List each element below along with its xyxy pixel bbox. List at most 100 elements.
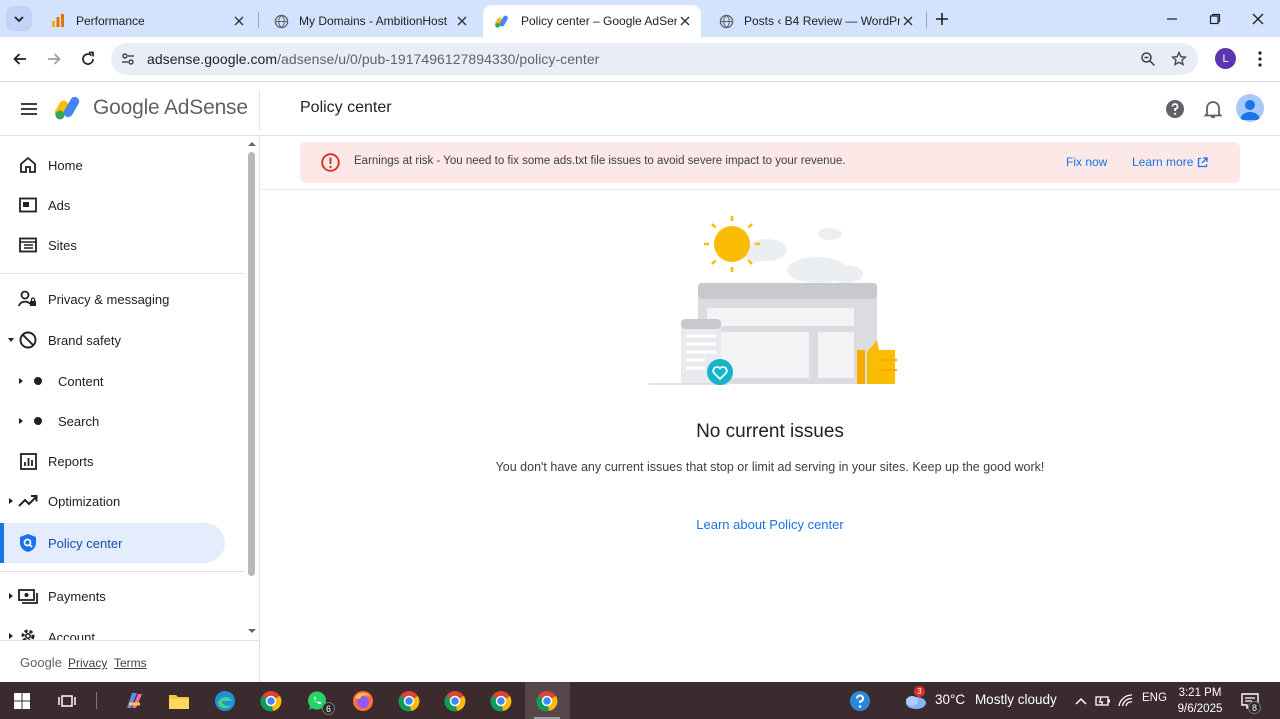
block-icon	[18, 330, 38, 350]
minimize-button[interactable]	[1150, 0, 1194, 37]
privacy-icon	[18, 289, 38, 309]
reload-button[interactable]	[74, 45, 102, 73]
restore-button[interactable]	[1193, 0, 1237, 37]
plus-icon	[936, 13, 948, 25]
sidebar-item-label: Content	[58, 373, 104, 389]
close-icon[interactable]	[900, 13, 916, 29]
get-help-icon[interactable]	[845, 686, 875, 716]
edge-icon[interactable]	[210, 686, 240, 716]
home-icon	[18, 155, 38, 175]
tab-search-button[interactable]	[6, 6, 32, 31]
close-icon	[1252, 13, 1264, 24]
tab-separator	[926, 12, 927, 28]
site-info-icon[interactable]	[117, 48, 139, 70]
no-issues-illustration	[645, 212, 905, 392]
chevron-down-icon	[14, 15, 24, 22]
globe-icon	[718, 13, 734, 29]
sidebar-nav: Home Ads Sites Privacy & messaging Brand…	[0, 136, 260, 682]
new-tab-button[interactable]	[931, 8, 953, 30]
menu-icon	[21, 103, 37, 115]
privacy-link[interactable]: Privacy	[68, 656, 107, 670]
tab-wordpress-posts[interactable]: Posts ‹ B4 Review — WordPress	[706, 5, 924, 37]
gear-icon	[18, 626, 38, 640]
sidebar-divider	[0, 273, 244, 274]
chrome-icon[interactable]	[440, 686, 470, 716]
sidebar-item-ads[interactable]: Ads	[0, 185, 225, 225]
sidebar-item-privacy-messaging[interactable]: Privacy & messaging	[0, 279, 225, 319]
zoom-icon[interactable]	[1137, 48, 1159, 70]
whatsapp-unread-badge: 6	[322, 702, 335, 715]
close-icon[interactable]	[231, 13, 247, 29]
sidebar-footer: Google Privacy Terms	[0, 640, 259, 682]
url-path: /adsense/u/0/pub-1917496127894330/policy…	[277, 51, 600, 67]
tab-policy-center[interactable]: Policy center – Google AdSense	[483, 5, 701, 37]
help-icon[interactable]	[1162, 96, 1188, 122]
sidebar-item-optimization[interactable]: Optimization	[0, 481, 225, 521]
sidebar-item-payments[interactable]: Payments	[0, 576, 225, 616]
profile-avatar[interactable]: L	[1215, 48, 1236, 69]
content-divider	[260, 189, 1280, 190]
caret-down-icon	[7, 336, 15, 344]
sidebar-scroll-thumb[interactable]	[248, 152, 255, 576]
learn-about-policy-center-link[interactable]: Learn about Policy center	[640, 517, 900, 532]
windows-taskbar: 6 3 30°C Mostly cloudy ENG 3:21 PM 9/6/2…	[0, 682, 1280, 719]
sites-icon	[18, 235, 38, 255]
browser-menu-button[interactable]	[1250, 46, 1270, 72]
tab-performance[interactable]: Performance	[38, 5, 255, 37]
sidebar-item-search[interactable]: Search	[0, 401, 225, 441]
clock-time: 3:21 PM	[1178, 687, 1222, 699]
language-indicator[interactable]: ENG	[1142, 692, 1167, 704]
browser-toolbar: adsense.google.com/adsense/u/0/pub-19174…	[0, 37, 1280, 82]
fix-now-button[interactable]: Fix now	[1066, 155, 1107, 169]
bookmark-star-icon[interactable]	[1168, 48, 1190, 70]
task-view-icon[interactable]	[52, 686, 82, 716]
sidebar-item-reports[interactable]: Reports	[0, 441, 225, 481]
sidebar-item-content[interactable]: Content	[0, 361, 225, 401]
caret-right-icon	[17, 417, 25, 425]
sidebar-item-home[interactable]: Home	[0, 145, 225, 185]
chrome-profile-icon[interactable]	[256, 686, 286, 716]
file-explorer-icon[interactable]	[164, 686, 194, 716]
sidebar-item-brand-safety[interactable]: Brand safety	[0, 320, 225, 360]
terms-link[interactable]: Terms	[114, 656, 147, 670]
notifications-bell-icon[interactable]	[1200, 96, 1226, 122]
chrome-active-icon[interactable]	[532, 686, 562, 716]
caret-right-icon	[17, 377, 25, 385]
weather-widget[interactable]: 30°C Mostly cloudy	[935, 692, 1057, 707]
learn-more-link[interactable]: Learn more	[1132, 155, 1209, 169]
open-in-new-icon	[1198, 156, 1209, 167]
forward-button[interactable]	[40, 45, 68, 73]
sidebar-item-policy-center[interactable]: Policy center	[0, 523, 225, 563]
taskbar-clock[interactable]: 3:21 PM 9/6/2025	[1172, 685, 1228, 717]
windows-start-icon[interactable]	[7, 686, 37, 716]
tab-title: Performance	[76, 14, 145, 28]
banner-message: Earnings at risk - You need to fix some …	[354, 155, 846, 167]
account-avatar[interactable]	[1236, 94, 1264, 122]
firefox-icon[interactable]	[348, 686, 378, 716]
sidebar-item-sites[interactable]: Sites	[0, 225, 225, 265]
sidebar-item-account[interactable]: Account	[0, 616, 225, 640]
sidebar-item-label: Policy center	[48, 535, 123, 551]
copilot-icon[interactable]	[119, 686, 149, 716]
weather-temperature: 30°C	[935, 692, 966, 707]
main-menu-button[interactable]	[17, 97, 41, 121]
sidebar-item-label: Search	[58, 413, 100, 429]
sidebar-item-label: Sites	[48, 237, 77, 253]
adsense-logo-icon[interactable]	[54, 94, 85, 120]
trending-up-icon	[18, 491, 38, 511]
scroll-up-icon	[248, 142, 256, 146]
reports-icon	[18, 451, 38, 471]
close-icon[interactable]	[454, 13, 470, 29]
address-bar[interactable]: adsense.google.com/adsense/u/0/pub-19174…	[111, 43, 1198, 75]
ads-icon	[18, 195, 38, 215]
product-name: Google AdSense	[93, 96, 248, 119]
learn-more-label: Learn more	[1132, 155, 1194, 169]
close-window-button[interactable]	[1236, 0, 1280, 37]
person-icon	[1240, 100, 1260, 120]
close-icon[interactable]	[677, 13, 693, 29]
tab-my-domains[interactable]: My Domains - AmbitionHost	[261, 5, 478, 37]
back-button[interactable]	[6, 45, 34, 73]
chrome-profile-icon[interactable]	[486, 686, 516, 716]
chrome-profile-icon[interactable]	[394, 686, 424, 716]
wifi-icon[interactable]	[1111, 686, 1141, 716]
